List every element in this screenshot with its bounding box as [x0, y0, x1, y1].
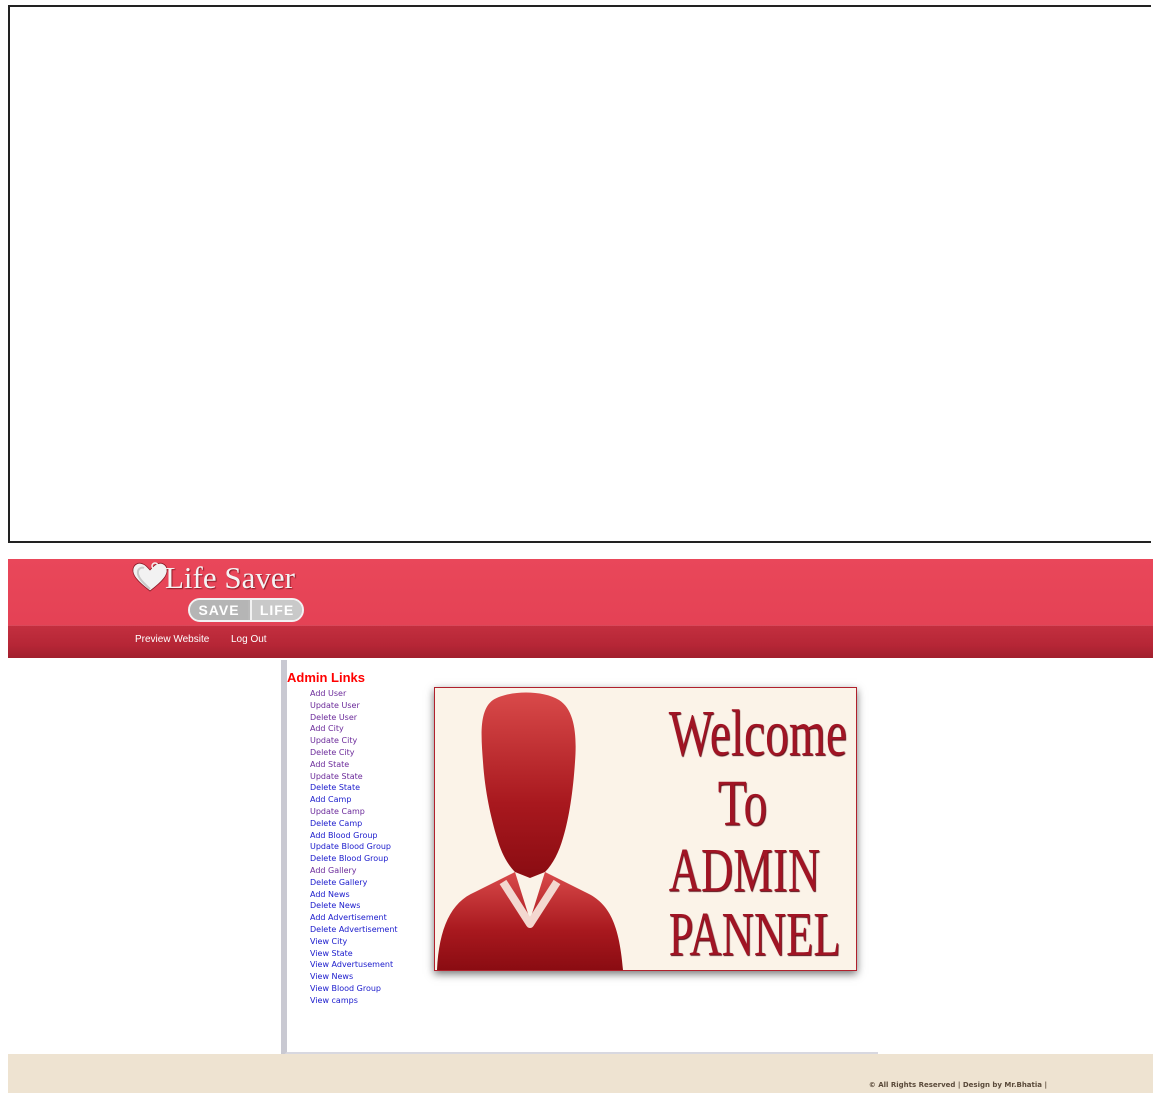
admin-link-add-advertisement[interactable]: Add Advertisement	[310, 912, 398, 924]
admin-link-add-user[interactable]: Add User	[310, 688, 398, 700]
welcome-line-1: Welcome	[668, 697, 847, 770]
admin-link-delete-city[interactable]: Delete City	[310, 747, 398, 759]
admin-link-add-blood-group[interactable]: Add Blood Group	[310, 830, 398, 842]
brand-tagline: SAVE LIFE	[188, 598, 304, 622]
admin-link-delete-user[interactable]: Delete User	[310, 712, 398, 724]
embedded-frame	[8, 5, 1151, 543]
admin-link-update-user[interactable]: Update User	[310, 700, 398, 712]
admin-link-add-gallery[interactable]: Add Gallery	[310, 865, 398, 877]
admin-link-add-camp[interactable]: Add Camp	[310, 794, 398, 806]
site-logo[interactable]: Life Saver SAVE LIFE	[123, 559, 323, 625]
admin-link-view-news[interactable]: View News	[310, 971, 398, 983]
welcome-line-2: To	[717, 767, 768, 840]
admin-link-add-news[interactable]: Add News	[310, 889, 398, 901]
welcome-banner: Welcome To ADMIN PANNEL	[434, 687, 857, 971]
nav-preview-website[interactable]: Preview Website	[135, 634, 209, 645]
brand-name: Life Saver	[165, 560, 295, 595]
tagline-life: LIFE	[250, 600, 302, 620]
top-navbar: Preview Website Log Out	[8, 625, 1153, 658]
admin-link-delete-state[interactable]: Delete State	[310, 782, 398, 794]
admin-link-delete-camp[interactable]: Delete Camp	[310, 818, 398, 830]
admin-links-list: Add User Update User Delete User Add City Up…	[310, 688, 398, 1007]
welcome-line-3: ADMIN	[668, 837, 820, 905]
user-silhouette-icon	[437, 692, 623, 970]
admin-link-view-camps[interactable]: View camps	[310, 995, 398, 1007]
admin-link-delete-news[interactable]: Delete News	[310, 900, 398, 912]
admin-link-view-blood-group[interactable]: View Blood Group	[310, 983, 398, 995]
admin-link-view-state[interactable]: View State	[310, 948, 398, 960]
admin-link-delete-gallery[interactable]: Delete Gallery	[310, 877, 398, 889]
site-footer: © All Rights Reserved | Design by Mr.Bha…	[8, 1054, 1153, 1093]
admin-link-update-blood-group[interactable]: Update Blood Group	[310, 841, 398, 853]
heart-logo-icon	[132, 562, 168, 592]
admin-link-update-state[interactable]: Update State	[310, 771, 398, 783]
admin-link-view-city[interactable]: View City	[310, 936, 398, 948]
admin-link-delete-blood-group[interactable]: Delete Blood Group	[310, 853, 398, 865]
welcome-line-4: PANNEL	[668, 901, 841, 969]
admin-link-add-state[interactable]: Add State	[310, 759, 398, 771]
admin-link-update-city[interactable]: Update City	[310, 735, 398, 747]
admin-link-view-advertusement[interactable]: View Advertusement	[310, 959, 398, 971]
admin-link-delete-advertisement[interactable]: Delete Advertisement	[310, 924, 398, 936]
admin-links-title: Admin Links	[287, 670, 366, 685]
admin-link-update-camp[interactable]: Update Camp	[310, 806, 398, 818]
nav-log-out[interactable]: Log Out	[231, 634, 267, 645]
admin-link-add-city[interactable]: Add City	[310, 723, 398, 735]
footer-copyright: © All Rights Reserved | Design by Mr.Bha…	[868, 1081, 1047, 1089]
tagline-save: SAVE	[190, 600, 248, 620]
site-header: Life Saver SAVE LIFE Preview Website Log…	[8, 559, 1153, 658]
